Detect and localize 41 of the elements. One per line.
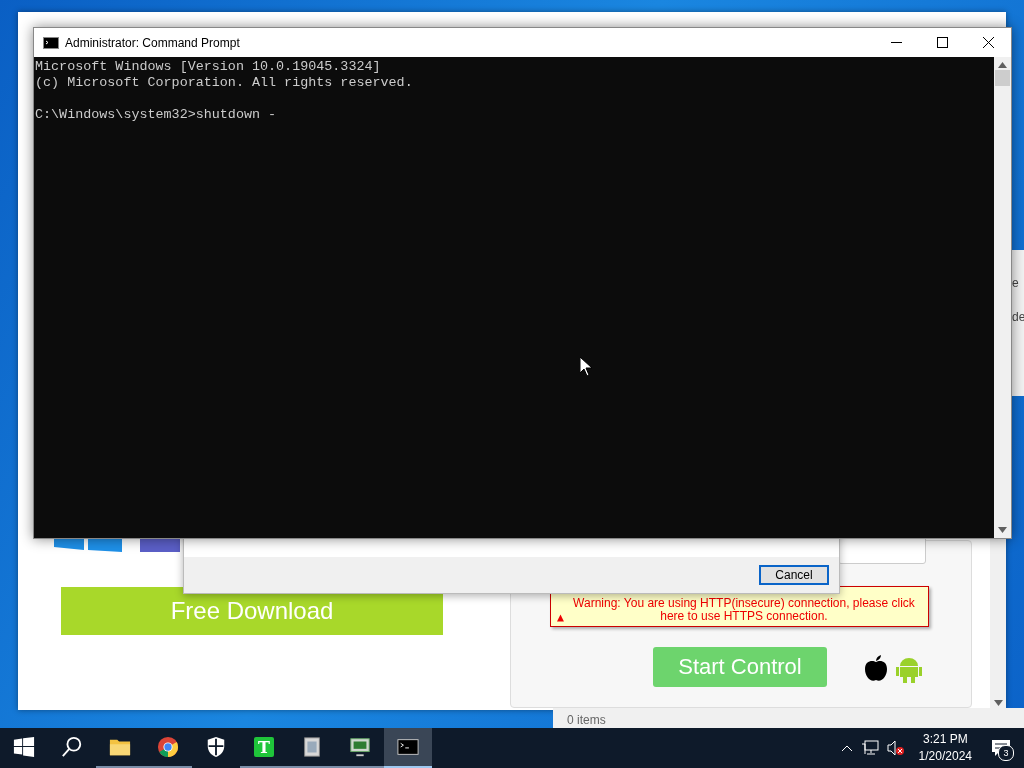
notification-count: 3 <box>998 745 1014 761</box>
time: 3:21 PM <box>922 731 968 748</box>
monitor-icon <box>349 736 371 758</box>
window-text: de <box>1011 310 1024 324</box>
terminal-icon <box>43 36 59 49</box>
scrollbar-thumb[interactable] <box>995 70 1010 86</box>
scrollbar[interactable] <box>994 57 1011 538</box>
clock[interactable]: 3:21 PM 1/20/2024 <box>912 731 978 765</box>
taskbar-button[interactable] <box>384 728 432 768</box>
notification-button[interactable]: 3 <box>986 733 1016 763</box>
scrollbar[interactable] <box>990 538 1006 710</box>
console[interactable]: Microsoft Windows [Version 10.0.19045.3324] (c) Microsoft Corporation. All rights reserved. C:\Windows\system32>shutdown - <box>34 57 994 538</box>
terminal-icon <box>397 736 419 758</box>
down-arrow-icon <box>998 527 1007 533</box>
muted-speaker-icon[interactable] <box>886 740 905 756</box>
warning-icon <box>557 613 564 623</box>
taskbar-button[interactable]: T <box>240 728 288 768</box>
cancel-button[interactable]: Cancel <box>759 565 829 585</box>
date: 1/20/2024 <box>918 748 972 765</box>
status-text: 0 items <box>566 713 606 728</box>
archive-icon <box>301 736 323 758</box>
console-line: (c) Microsoft Corporation. All rights reserved. <box>35 75 414 91</box>
maximize-icon <box>936 37 948 48</box>
network-icon[interactable] <box>860 740 879 756</box>
chrome-icon <box>157 736 179 758</box>
chevron-up-icon[interactable] <box>840 744 853 752</box>
windows-icon <box>13 736 35 758</box>
android-icon <box>896 655 922 683</box>
shield-icon <box>205 736 227 758</box>
down-arrow-icon <box>993 700 1003 706</box>
apple-icon <box>863 655 889 683</box>
console-line: Microsoft Windows [Version 10.0.19045.3324] <box>35 59 382 75</box>
up-arrow-icon <box>998 62 1007 68</box>
app-icon: T <box>254 737 274 757</box>
window-text: e <box>1011 276 1020 290</box>
window-title: Administrator: Command Prompt <box>65 35 240 50</box>
cursor-icon <box>580 357 592 376</box>
search-icon <box>61 736 83 758</box>
warning-text[interactable]: Warning: You are using HTTP(insecure) connection, please click here to use HTTPS connection. <box>565 597 922 623</box>
command-line: C:\Windows\system32>shutdown - <box>35 107 278 123</box>
close-icon <box>982 37 994 48</box>
